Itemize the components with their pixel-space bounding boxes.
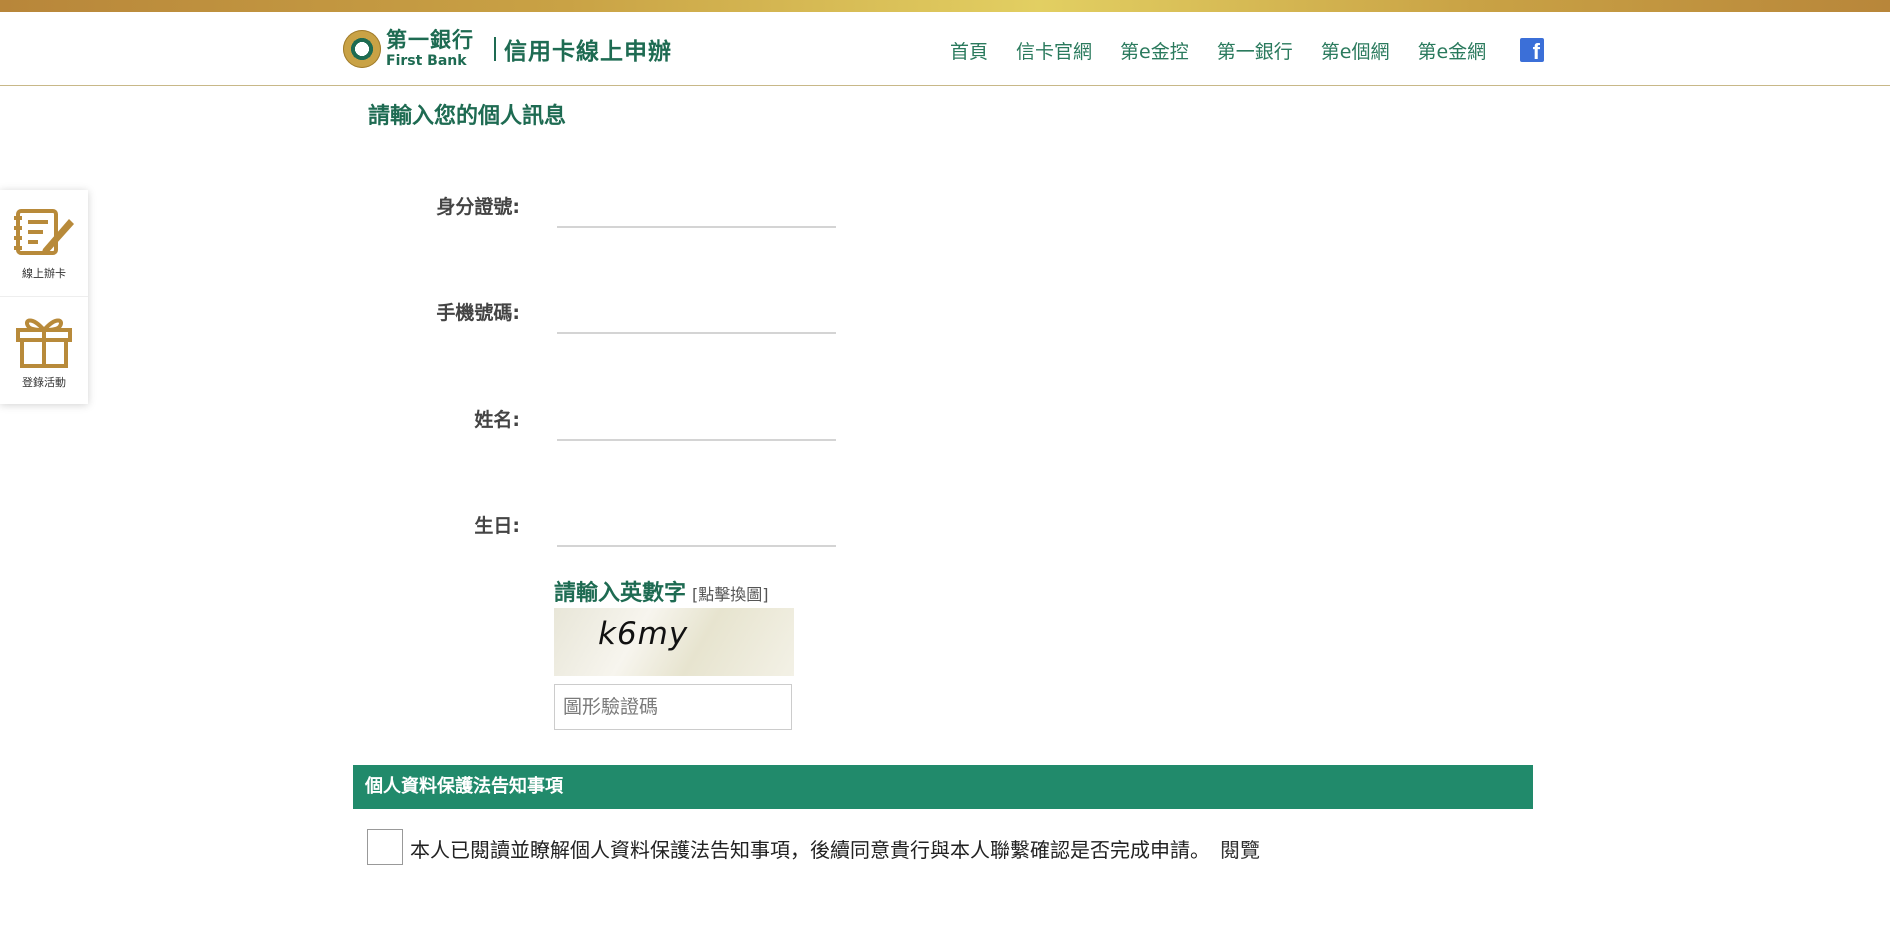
consent-statement: 本人已閱讀並瞭解個人資料保護法告知事項，後續同意貴行與本人聯繫確認是否完成申請。… [410, 834, 1260, 863]
sidebar-item-label: 登錄活動 [22, 376, 66, 389]
page-title: 請輸入您的個人訊息 [368, 104, 567, 129]
name-label: 姓名: [474, 409, 520, 431]
id-number-input[interactable] [557, 202, 836, 228]
facebook-icon[interactable]: f [1520, 38, 1544, 62]
view-notice-link[interactable]: 閱覽 [1220, 838, 1260, 862]
top-gold-bar [0, 0, 1890, 12]
mobile-label: 手機號碼: [436, 302, 520, 324]
site-subtitle: 信用卡線上申辦 [504, 39, 672, 65]
captcha-title: 請輸入英數字 [點擊換圖] [554, 575, 769, 607]
birthday-label: 生日: [474, 515, 520, 537]
nav-e-personal[interactable]: 第e個網 [1321, 37, 1390, 64]
logo-chinese-name: 第一銀行 [386, 28, 474, 52]
captcha-input[interactable] [554, 684, 792, 730]
id-number-label: 身分證號: [436, 196, 520, 218]
sidebar-item-label: 線上辦卡 [22, 267, 66, 280]
nav-e-finance[interactable]: 第e金網 [1417, 37, 1486, 64]
logo-english-name: First Bank [386, 53, 467, 69]
captcha-image-text: k6my [598, 616, 689, 652]
nav-card-official[interactable]: 信卡官網 [1016, 37, 1092, 64]
captcha-refresh-link[interactable]: [點擊換圖] [692, 585, 769, 604]
captcha-image[interactable]: k6my [554, 608, 794, 676]
consent-text: 本人已閱讀並瞭解個人資料保護法告知事項，後續同意貴行與本人聯繫確認是否完成申請。 [410, 838, 1210, 862]
header: 第一銀行 First Bank 信用卡線上申辦 首頁 信卡官網 第e金控 第一銀… [0, 12, 1890, 86]
consent-checkbox[interactable] [367, 829, 403, 865]
logo-emblem-icon [343, 30, 381, 68]
birthday-input[interactable] [557, 521, 836, 547]
logo-divider [494, 37, 496, 61]
nav-first-bank[interactable]: 第一銀行 [1217, 37, 1293, 64]
mobile-input[interactable] [557, 308, 836, 334]
top-nav: 首頁 信卡官網 第e金控 第一銀行 第e個網 第e金網 [950, 37, 1486, 64]
name-input[interactable] [557, 415, 836, 441]
privacy-notice-bar: 個人資料保護法告知事項 [353, 765, 1533, 809]
side-panel: 線上辦卡 登錄活動 [0, 190, 88, 404]
bank-logo[interactable]: 第一銀行 First Bank 信用卡線上申辦 [343, 30, 672, 68]
nav-home[interactable]: 首頁 [950, 37, 988, 64]
nav-e-holding[interactable]: 第e金控 [1120, 37, 1189, 64]
captcha-title-text: 請輸入英數字 [554, 581, 687, 606]
